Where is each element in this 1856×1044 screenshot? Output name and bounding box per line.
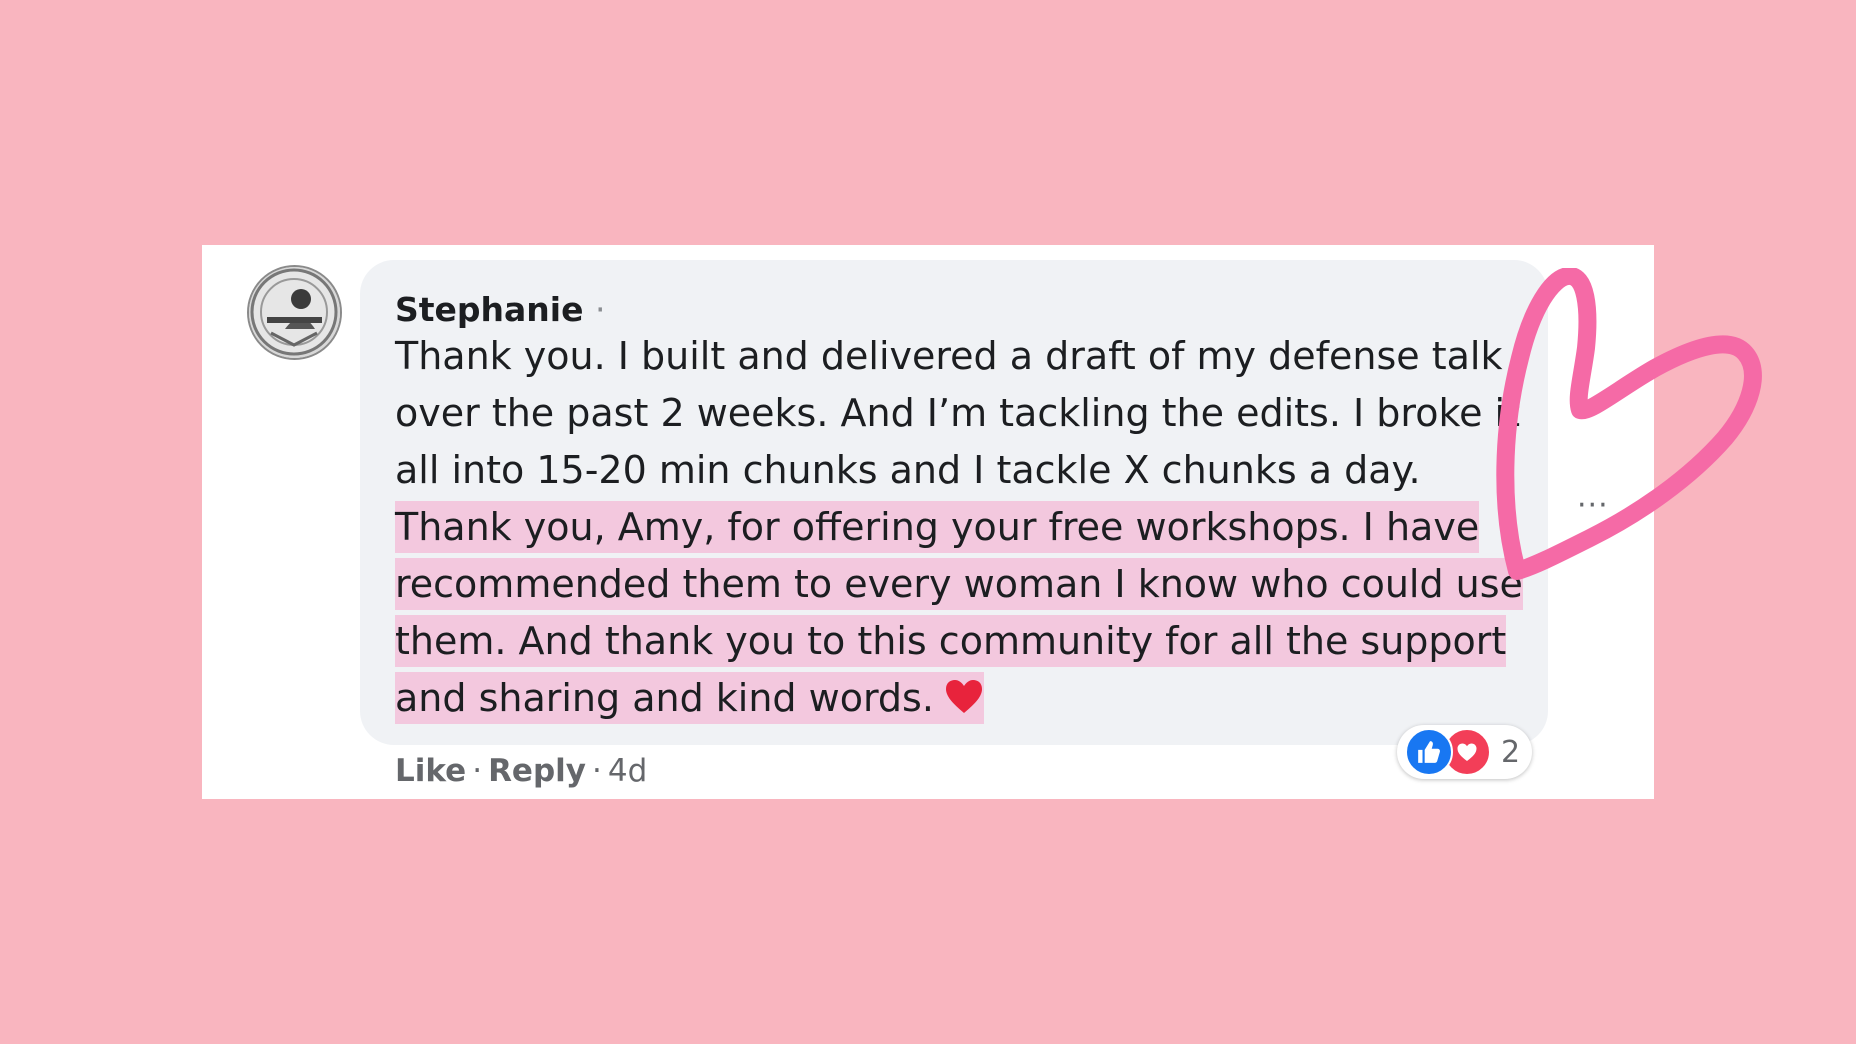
action-separator: · xyxy=(472,753,483,789)
timestamp[interactable]: 4d xyxy=(608,753,647,789)
comment-text-highlighted: Thank you, Amy, for offering your free w… xyxy=(395,501,1523,724)
like-button[interactable]: Like xyxy=(395,753,466,789)
reaction-count: 2 xyxy=(1501,734,1521,770)
action-separator: · xyxy=(591,753,602,789)
comment-text-plain: Thank you. I built and delivered a draft… xyxy=(395,334,1521,492)
hand-drawn-heart-icon xyxy=(1490,267,1770,602)
comment-author[interactable]: Stephanie · xyxy=(395,290,606,329)
avatar[interactable] xyxy=(247,265,342,360)
comment-bubble: Stephanie · Thank you. I built and deliv… xyxy=(360,260,1548,745)
reply-button[interactable]: Reply xyxy=(488,753,586,789)
avatar-image xyxy=(249,267,340,358)
like-icon xyxy=(1405,728,1453,776)
comment-actions: Like · Reply · 4d xyxy=(395,753,647,789)
comment-text: Thank you. I built and delivered a draft… xyxy=(395,328,1525,733)
comment-card: Stephanie · Thank you. I built and deliv… xyxy=(202,245,1654,799)
reaction-summary[interactable]: 2 xyxy=(1397,725,1533,779)
red-heart-emoji-icon xyxy=(944,676,984,733)
author-separator: · xyxy=(595,290,606,329)
author-name[interactable]: Stephanie xyxy=(395,290,584,329)
